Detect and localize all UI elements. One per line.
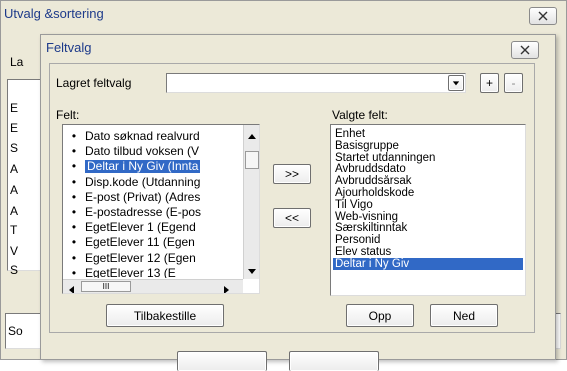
close-icon: [520, 45, 530, 55]
outer-fragment-row: E: [10, 101, 19, 115]
selected-field-item[interactable]: Deltar i Ny Giv: [333, 257, 523, 270]
dialog-panel: Lagret feltvalg + - Felt: Valgte felt: •…: [49, 63, 535, 333]
scroll-right-button[interactable]: [223, 283, 230, 293]
available-field-item[interactable]: • E-postadresse (E-pos: [63, 206, 241, 219]
bullet-icon: •: [71, 206, 77, 219]
available-field-label: E-postadresse (E-pos: [85, 206, 202, 219]
available-field-label: Dato tilbud voksen (V: [85, 145, 200, 159]
saved-fields-label: Lagret feltvalg: [56, 76, 132, 90]
available-field-label: EgetElever 11 (Egen: [85, 236, 195, 250]
close-icon: [538, 11, 548, 21]
outer-fragment-label: La: [10, 55, 24, 69]
outer-fragment-row: A: [10, 204, 19, 218]
available-field-label: E-post (Privat) (Adres: [85, 190, 201, 204]
add-saved-button[interactable]: +: [480, 73, 499, 93]
bullet-icon: •: [71, 145, 77, 159]
available-items: • Dato søknad realvurd • Dato tilbud voksen…: [63, 130, 243, 278]
available-field-item[interactable]: • EgetElever 1 (Egend: [63, 221, 241, 234]
selected-field-item[interactable]: Basisgruppe: [333, 140, 523, 152]
selected-field-item[interactable]: Personid: [333, 234, 523, 246]
scroll-grip: III: [102, 282, 110, 291]
selected-field-item[interactable]: Startet utdanningen: [333, 152, 523, 164]
selected-field-item[interactable]: Avbruddsdato: [333, 163, 523, 175]
selected-field-item[interactable]: Ajourholdskode: [333, 187, 523, 199]
dialog-title: Feltvalg: [46, 40, 92, 55]
available-field-label: Deltar i Ny Giv (Innta: [85, 160, 201, 174]
available-fields-list[interactable]: • Dato søknad realvurd • Dato tilbud voksen…: [62, 124, 260, 294]
available-field-item[interactable]: • EgetElever 12 (Egen: [63, 252, 241, 265]
available-field-item[interactable]: • EgetElever 11 (Egen: [63, 236, 241, 249]
scroll-left-icon: [69, 286, 74, 293]
bullet-icon: •: [71, 190, 77, 204]
outer-fragment-row: A: [10, 183, 19, 197]
available-vertical-scrollbar[interactable]: [243, 125, 259, 279]
scroll-left-button[interactable]: [68, 283, 75, 293]
available-field-item[interactable]: • Disp.kode (Utdanning: [63, 176, 241, 189]
bullet-icon: •: [71, 160, 77, 174]
selected-field-item[interactable]: Elev status: [333, 246, 523, 258]
selected-field-item[interactable]: Web-visning: [333, 211, 523, 223]
dialog-close-button[interactable]: [511, 41, 539, 59]
bullet-icon: •: [71, 236, 77, 250]
selected-fields-label: Valgte felt:: [332, 108, 388, 122]
selected-field-item[interactable]: Avbruddsårsak: [333, 175, 523, 187]
available-field-item[interactable]: • E-post (Privat) (Adres: [63, 191, 241, 204]
outer-fragment-row: E: [10, 121, 19, 135]
outer-close-button[interactable]: [529, 7, 557, 25]
available-field-label: Disp.kode (Utdanning: [85, 175, 201, 189]
available-field-item[interactable]: • EgetElever 13 (E: [63, 267, 241, 278]
add-field-button[interactable]: >>: [273, 164, 311, 184]
outer-bottom-fragment: So: [8, 324, 23, 338]
outer-fragment-row: S: [10, 141, 19, 155]
scroll-right-icon: [224, 286, 229, 293]
reset-button[interactable]: Tilbakestille: [106, 304, 224, 327]
selected-field-item[interactable]: Til Vigo: [333, 199, 523, 211]
available-field-item[interactable]: • Deltar i Ny Giv (Innta: [63, 160, 241, 174]
scroll-down-button[interactable]: [247, 265, 257, 274]
available-field-label: Dato søknad realvurd: [85, 130, 200, 143]
saved-fields-dropdown[interactable]: [166, 73, 466, 93]
selected-field-item[interactable]: Enhet: [333, 128, 523, 140]
available-field-item[interactable]: • Dato søknad realvurd: [63, 130, 241, 143]
bullet-icon: •: [71, 175, 77, 189]
available-field-label: EgetElever 13 (E: [85, 266, 176, 278]
outer-fragment-row: A: [10, 162, 19, 176]
selected-field-item[interactable]: Særskiltinntak: [333, 222, 523, 234]
outer-fragment-row: T: [10, 223, 18, 237]
bullet-icon: •: [71, 251, 77, 265]
horizontal-scroll-thumb[interactable]: III: [81, 281, 131, 292]
bullet-icon: •: [71, 130, 77, 143]
chevron-down-icon: [452, 81, 460, 86]
selected-items: Enhet Basisgruppe Startet utdanningen Avbru…: [333, 128, 523, 288]
move-up-button[interactable]: Opp: [346, 304, 414, 327]
remove-field-button[interactable]: <<: [273, 208, 311, 228]
move-down-button[interactable]: Ned: [430, 304, 498, 327]
available-field-label: EgetElever 12 (Egen: [85, 251, 196, 265]
scroll-down-icon: [248, 269, 256, 274]
available-field-item[interactable]: • Dato tilbud voksen (V: [63, 145, 241, 158]
outer-fragment-row: S: [10, 263, 19, 277]
selected-fields-list[interactable]: Enhet Basisgruppe Startet utdanningen Avbru…: [330, 124, 526, 296]
available-horizontal-scrollbar[interactable]: III: [63, 279, 243, 293]
bullet-icon: •: [71, 266, 77, 278]
bullet-icon: •: [71, 221, 77, 235]
feltvalg-dialog: Feltvalg Lagret feltvalg + - Felt: Valgt…: [40, 34, 556, 371]
scroll-up-button[interactable]: [247, 129, 257, 139]
vertical-scroll-thumb[interactable]: [245, 151, 259, 169]
scroll-up-icon: [248, 134, 256, 139]
cancel-button[interactable]: [289, 351, 379, 371]
outer-fragment-row: V: [10, 244, 19, 258]
outer-window-title: Utvalg &sortering: [4, 6, 104, 21]
available-field-label: EgetElever 1 (Egend: [85, 221, 196, 235]
ok-button[interactable]: [177, 351, 267, 371]
available-fields-label: Felt:: [56, 108, 80, 122]
remove-saved-button[interactable]: -: [504, 73, 523, 93]
saved-fields-dropdown-button[interactable]: [448, 75, 464, 91]
